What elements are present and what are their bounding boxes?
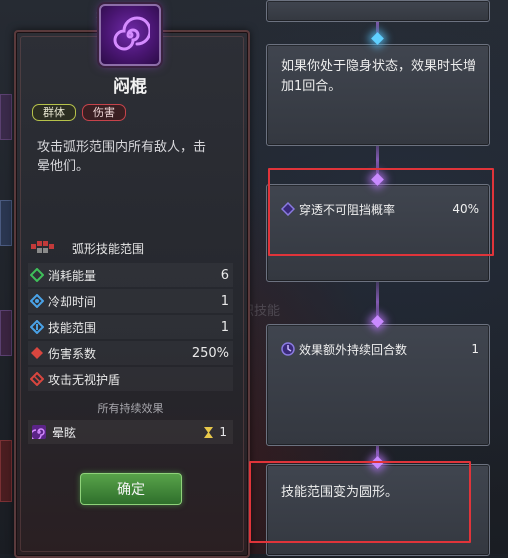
- stat-value: 250%: [192, 346, 233, 361]
- hourglass-icon: [204, 427, 213, 438]
- range-icon: [30, 320, 44, 334]
- card-stat-name: 效果额外持续回合数: [295, 341, 471, 358]
- stat-list: 消耗能量 6 冷却时间 1 技能范围 1 伤害系数 250% 攻击无视护盾: [28, 263, 233, 393]
- effect-duration: 1: [219, 425, 227, 439]
- upgrade-card-top[interactable]: [266, 0, 490, 22]
- left-card-sliver: [0, 440, 12, 502]
- effect-name: 晕眩: [46, 424, 204, 441]
- shield-break-icon: [30, 372, 44, 386]
- stat-row-energy: 消耗能量 6: [28, 263, 233, 287]
- tag-group: 群体: [32, 104, 76, 121]
- left-card-sliver: [0, 310, 12, 356]
- card-text: 如果你处于隐身状态，效果时长增加1回合。: [281, 57, 479, 97]
- skill-tags: 群体 伤害: [32, 104, 126, 121]
- skill-icon: [99, 4, 161, 66]
- stat-name: 伤害系数: [44, 345, 192, 362]
- penetrate-icon: [281, 202, 295, 216]
- upgrade-card-circle-range[interactable]: 技能范围变为圆形。: [266, 464, 490, 556]
- upgrade-card-penetrate[interactable]: 穿透不可阻挡概率 40%: [266, 184, 490, 282]
- card-stat-value: 1: [471, 342, 479, 356]
- card-stat-value: 40%: [452, 202, 479, 216]
- left-card-sliver: [0, 200, 12, 246]
- stat-name: 技能范围: [44, 319, 221, 336]
- upgrade-card-stealth[interactable]: 如果你处于隐身状态，效果时长增加1回合。: [266, 44, 490, 146]
- range-type-row: 弧形技能范围: [30, 237, 230, 259]
- left-card-sliver: [0, 94, 12, 140]
- stat-row-damage: 伤害系数 250%: [28, 341, 233, 365]
- stat-name: 攻击无视护盾: [44, 371, 229, 388]
- stat-value: 6: [221, 268, 233, 283]
- duration-icon: [281, 342, 295, 356]
- energy-icon: [30, 268, 44, 282]
- stat-value: 1: [221, 320, 233, 335]
- card-text: 技能范围变为圆形。: [281, 483, 479, 503]
- card-stat-name: 穿透不可阻挡概率: [295, 201, 452, 218]
- all-effects-label: 所有持续效果: [28, 400, 233, 416]
- damage-icon: [30, 346, 44, 360]
- cooldown-icon: [30, 294, 44, 308]
- confirm-button[interactable]: 确定: [80, 473, 182, 505]
- stat-value: 1: [221, 294, 233, 309]
- stat-name: 消耗能量: [44, 267, 221, 284]
- skill-description: 攻击弧形范围内所有敌人，击晕他们。: [37, 138, 217, 176]
- tag-damage: 伤害: [82, 104, 126, 121]
- skill-name: 闷棍: [0, 72, 260, 97]
- stat-name: 冷却时间: [44, 293, 221, 310]
- arc-range-icon: [30, 240, 58, 256]
- stat-row-cooldown: 冷却时间 1: [28, 289, 233, 313]
- range-type-label: 弧形技能范围: [72, 240, 144, 257]
- spiral-icon: [110, 15, 150, 55]
- stun-icon: [32, 425, 46, 439]
- effect-row-stun[interactable]: 晕眩 1: [28, 420, 233, 444]
- stat-row-shield-ignore: 攻击无视护盾: [28, 367, 233, 391]
- upgrade-card-duration[interactable]: 效果额外持续回合数 1: [266, 324, 490, 446]
- stat-row-range: 技能范围 1: [28, 315, 233, 339]
